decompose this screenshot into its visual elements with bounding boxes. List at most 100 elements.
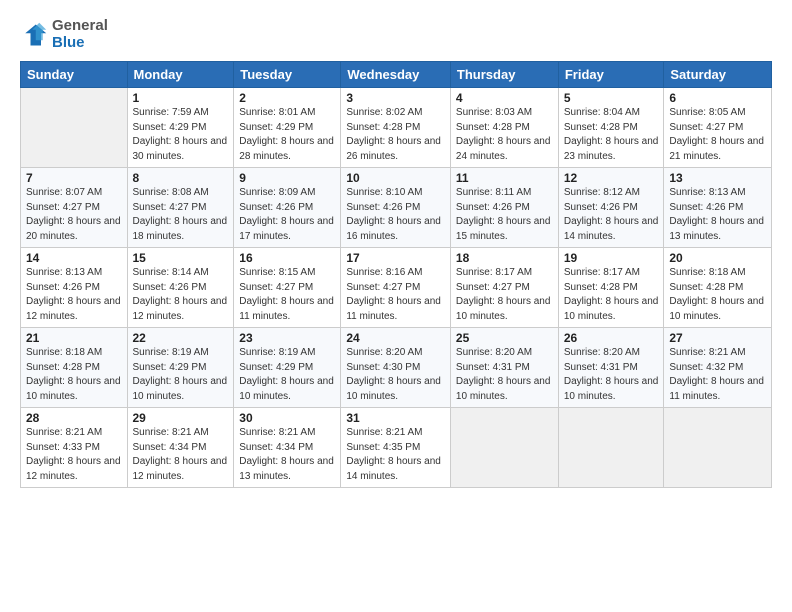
header: General Blue [20,18,772,51]
calendar-cell: 18Sunrise: 8:17 AMSunset: 4:27 PMDayligh… [450,248,558,328]
calendar-cell: 22Sunrise: 8:19 AMSunset: 4:29 PMDayligh… [127,328,234,408]
day-info: Sunrise: 8:20 AMSunset: 4:30 PMDaylight:… [346,346,445,404]
day-info: Sunrise: 8:01 AMSunset: 4:29 PMDaylight:… [239,106,335,164]
day-number: 13 [669,171,766,185]
day-info: Sunrise: 8:17 AMSunset: 4:27 PMDaylight:… [456,266,553,324]
day-number: 11 [456,171,553,185]
calendar-cell: 5Sunrise: 8:04 AMSunset: 4:28 PMDaylight… [558,88,664,168]
day-info: Sunrise: 8:10 AMSunset: 4:26 PMDaylight:… [346,186,445,244]
day-number: 4 [456,91,553,105]
calendar-cell: 25Sunrise: 8:20 AMSunset: 4:31 PMDayligh… [450,328,558,408]
day-number: 19 [564,251,659,265]
calendar-cell: 23Sunrise: 8:19 AMSunset: 4:29 PMDayligh… [234,328,341,408]
day-number: 25 [456,331,553,345]
calendar-cell: 20Sunrise: 8:18 AMSunset: 4:28 PMDayligh… [664,248,772,328]
day-number: 22 [133,331,229,345]
weekday-header-friday: Friday [558,62,664,88]
day-info: Sunrise: 8:11 AMSunset: 4:26 PMDaylight:… [456,186,553,244]
calendar-table: SundayMondayTuesdayWednesdayThursdayFrid… [20,61,772,488]
calendar-cell: 24Sunrise: 8:20 AMSunset: 4:30 PMDayligh… [341,328,451,408]
day-info: Sunrise: 8:19 AMSunset: 4:29 PMDaylight:… [133,346,229,404]
day-info: Sunrise: 8:21 AMSunset: 4:34 PMDaylight:… [133,426,229,484]
day-number: 7 [26,171,122,185]
day-info: Sunrise: 8:08 AMSunset: 4:27 PMDaylight:… [133,186,229,244]
weekday-header-tuesday: Tuesday [234,62,341,88]
day-number: 15 [133,251,229,265]
day-info: Sunrise: 8:09 AMSunset: 4:26 PMDaylight:… [239,186,335,244]
day-number: 20 [669,251,766,265]
day-number: 6 [669,91,766,105]
weekday-header-wednesday: Wednesday [341,62,451,88]
day-info: Sunrise: 8:21 AMSunset: 4:35 PMDaylight:… [346,426,445,484]
day-number: 2 [239,91,335,105]
calendar-cell [21,88,128,168]
day-info: Sunrise: 8:14 AMSunset: 4:26 PMDaylight:… [133,266,229,324]
logo: General Blue [20,18,108,51]
day-info: Sunrise: 8:19 AMSunset: 4:29 PMDaylight:… [239,346,335,404]
day-info: Sunrise: 8:05 AMSunset: 4:27 PMDaylight:… [669,106,766,164]
day-info: Sunrise: 8:20 AMSunset: 4:31 PMDaylight:… [456,346,553,404]
day-number: 5 [564,91,659,105]
day-number: 10 [346,171,445,185]
calendar-cell: 6Sunrise: 8:05 AMSunset: 4:27 PMDaylight… [664,88,772,168]
calendar-cell: 12Sunrise: 8:12 AMSunset: 4:26 PMDayligh… [558,168,664,248]
day-info: Sunrise: 8:21 AMSunset: 4:33 PMDaylight:… [26,426,122,484]
day-info: Sunrise: 8:21 AMSunset: 4:32 PMDaylight:… [669,346,766,404]
day-number: 28 [26,411,122,425]
day-info: Sunrise: 8:18 AMSunset: 4:28 PMDaylight:… [669,266,766,324]
day-info: Sunrise: 8:04 AMSunset: 4:28 PMDaylight:… [564,106,659,164]
day-number: 18 [456,251,553,265]
calendar-cell: 31Sunrise: 8:21 AMSunset: 4:35 PMDayligh… [341,408,451,488]
day-number: 14 [26,251,122,265]
day-info: Sunrise: 8:02 AMSunset: 4:28 PMDaylight:… [346,106,445,164]
day-info: Sunrise: 8:17 AMSunset: 4:28 PMDaylight:… [564,266,659,324]
page: General Blue SundayMondayTuesdayWednesda… [0,0,792,612]
calendar-cell: 11Sunrise: 8:11 AMSunset: 4:26 PMDayligh… [450,168,558,248]
day-info: Sunrise: 8:13 AMSunset: 4:26 PMDaylight:… [26,266,122,324]
day-info: Sunrise: 8:03 AMSunset: 4:28 PMDaylight:… [456,106,553,164]
day-number: 31 [346,411,445,425]
calendar-cell: 3Sunrise: 8:02 AMSunset: 4:28 PMDaylight… [341,88,451,168]
week-row-2: 7Sunrise: 8:07 AMSunset: 4:27 PMDaylight… [21,168,772,248]
week-row-1: 1Sunrise: 7:59 AMSunset: 4:29 PMDaylight… [21,88,772,168]
day-info: Sunrise: 8:15 AMSunset: 4:27 PMDaylight:… [239,266,335,324]
day-number: 23 [239,331,335,345]
calendar-cell: 9Sunrise: 8:09 AMSunset: 4:26 PMDaylight… [234,168,341,248]
calendar-cell: 15Sunrise: 8:14 AMSunset: 4:26 PMDayligh… [127,248,234,328]
calendar-cell [664,408,772,488]
day-number: 3 [346,91,445,105]
day-number: 12 [564,171,659,185]
day-info: Sunrise: 8:21 AMSunset: 4:34 PMDaylight:… [239,426,335,484]
day-number: 9 [239,171,335,185]
day-number: 21 [26,331,122,345]
day-info: Sunrise: 8:20 AMSunset: 4:31 PMDaylight:… [564,346,659,404]
logo-text: General Blue [52,18,108,51]
calendar-cell [558,408,664,488]
weekday-header-monday: Monday [127,62,234,88]
calendar-cell: 16Sunrise: 8:15 AMSunset: 4:27 PMDayligh… [234,248,341,328]
day-info: Sunrise: 7:59 AMSunset: 4:29 PMDaylight:… [133,106,229,164]
week-row-5: 28Sunrise: 8:21 AMSunset: 4:33 PMDayligh… [21,408,772,488]
weekday-header-thursday: Thursday [450,62,558,88]
calendar-cell: 10Sunrise: 8:10 AMSunset: 4:26 PMDayligh… [341,168,451,248]
day-info: Sunrise: 8:16 AMSunset: 4:27 PMDaylight:… [346,266,445,324]
day-number: 8 [133,171,229,185]
calendar-cell: 7Sunrise: 8:07 AMSunset: 4:27 PMDaylight… [21,168,128,248]
day-info: Sunrise: 8:18 AMSunset: 4:28 PMDaylight:… [26,346,122,404]
day-number: 27 [669,331,766,345]
calendar-cell: 2Sunrise: 8:01 AMSunset: 4:29 PMDaylight… [234,88,341,168]
day-number: 29 [133,411,229,425]
day-number: 26 [564,331,659,345]
calendar-cell: 13Sunrise: 8:13 AMSunset: 4:26 PMDayligh… [664,168,772,248]
day-number: 24 [346,331,445,345]
weekday-header-row: SundayMondayTuesdayWednesdayThursdayFrid… [21,62,772,88]
calendar-cell: 29Sunrise: 8:21 AMSunset: 4:34 PMDayligh… [127,408,234,488]
day-number: 30 [239,411,335,425]
calendar-cell: 28Sunrise: 8:21 AMSunset: 4:33 PMDayligh… [21,408,128,488]
calendar-cell: 26Sunrise: 8:20 AMSunset: 4:31 PMDayligh… [558,328,664,408]
week-row-3: 14Sunrise: 8:13 AMSunset: 4:26 PMDayligh… [21,248,772,328]
day-info: Sunrise: 8:13 AMSunset: 4:26 PMDaylight:… [669,186,766,244]
weekday-header-sunday: Sunday [21,62,128,88]
day-info: Sunrise: 8:12 AMSunset: 4:26 PMDaylight:… [564,186,659,244]
weekday-header-saturday: Saturday [664,62,772,88]
